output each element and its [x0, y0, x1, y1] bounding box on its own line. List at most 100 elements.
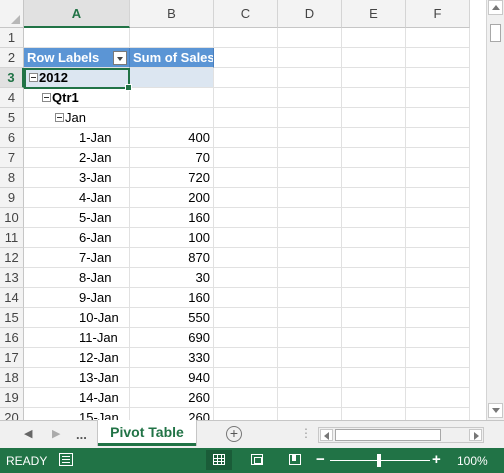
cell-empty[interactable]	[342, 88, 406, 108]
cell-a[interactable]: 1-Jan	[24, 128, 130, 148]
cell-empty[interactable]	[342, 148, 406, 168]
zoom-in-button[interactable]: +	[432, 451, 441, 468]
cell-empty[interactable]	[406, 408, 470, 420]
cell-b[interactable]: 720	[130, 168, 214, 188]
cell-b[interactable]: 70	[130, 148, 214, 168]
cell-empty[interactable]	[214, 308, 278, 328]
row-header[interactable]: 6	[0, 128, 24, 148]
cell-empty[interactable]	[278, 408, 342, 420]
row-header[interactable]: 14	[0, 288, 24, 308]
cell-b[interactable]: 550	[130, 308, 214, 328]
cell-a[interactable]: 15-Jan	[24, 408, 130, 420]
cell-empty[interactable]	[406, 88, 470, 108]
cell-b[interactable]	[130, 28, 214, 48]
cell-b[interactable]: 260	[130, 408, 214, 420]
cell-empty[interactable]	[406, 128, 470, 148]
scroll-left-button[interactable]	[320, 429, 333, 441]
cell-empty[interactable]	[278, 248, 342, 268]
cell-empty[interactable]	[342, 128, 406, 148]
collapse-minus-icon[interactable]	[42, 93, 51, 103]
cell-empty[interactable]	[406, 368, 470, 388]
cell-empty[interactable]	[214, 328, 278, 348]
cell-empty[interactable]	[342, 348, 406, 368]
column-header-b[interactable]: B	[130, 0, 214, 28]
cell-a[interactable]: 3-Jan	[24, 168, 130, 188]
row-header[interactable]: 7	[0, 148, 24, 168]
horizontal-scroll-thumb[interactable]	[335, 429, 441, 441]
cell-b[interactable]	[130, 68, 214, 88]
cell-empty[interactable]	[406, 188, 470, 208]
more-sheets-ellipsis[interactable]: ...	[76, 427, 87, 442]
cell-empty[interactable]	[278, 308, 342, 328]
page-layout-view-button[interactable]	[244, 450, 270, 470]
add-sheet-button[interactable]: +	[226, 426, 242, 442]
cell-empty[interactable]	[278, 108, 342, 128]
cell-a[interactable]: 12-Jan	[24, 348, 130, 368]
cell-empty[interactable]	[342, 248, 406, 268]
row-header[interactable]: 2	[0, 48, 24, 68]
cell-empty[interactable]	[214, 68, 278, 88]
cell-empty[interactable]	[406, 328, 470, 348]
cell-empty[interactable]	[278, 368, 342, 388]
cell-b[interactable]: 200	[130, 188, 214, 208]
row-header[interactable]: 4	[0, 88, 24, 108]
cell-empty[interactable]	[278, 128, 342, 148]
cell-empty[interactable]	[406, 28, 470, 48]
cell-empty[interactable]	[406, 288, 470, 308]
cell-a[interactable]: 7-Jan	[24, 248, 130, 268]
column-header-a[interactable]: A	[24, 0, 130, 28]
column-header-c[interactable]: C	[214, 0, 278, 28]
cell-a[interactable]: 2012	[24, 68, 130, 88]
cell-empty[interactable]	[342, 268, 406, 288]
collapse-minus-icon[interactable]	[55, 113, 64, 123]
cell-empty[interactable]	[278, 208, 342, 228]
cell-empty[interactable]	[214, 88, 278, 108]
cell-a[interactable]: Jan	[24, 108, 130, 128]
cell-empty[interactable]	[278, 328, 342, 348]
cell-b[interactable]	[130, 88, 214, 108]
cell-b[interactable]: Sum of Sales	[130, 48, 214, 68]
page-break-preview-button[interactable]	[282, 450, 308, 470]
row-header[interactable]: 10	[0, 208, 24, 228]
row-header[interactable]: 13	[0, 268, 24, 288]
cell-empty[interactable]	[342, 168, 406, 188]
cell-empty[interactable]	[342, 208, 406, 228]
cell-empty[interactable]	[342, 408, 406, 420]
row-header[interactable]: 11	[0, 228, 24, 248]
cell-a[interactable]: 5-Jan	[24, 208, 130, 228]
cell-empty[interactable]	[278, 148, 342, 168]
cell-empty[interactable]	[406, 248, 470, 268]
cell-empty[interactable]	[278, 68, 342, 88]
cell-empty[interactable]	[214, 388, 278, 408]
cell-empty[interactable]	[214, 408, 278, 420]
scroll-right-button[interactable]	[469, 429, 482, 441]
cell-a[interactable]: 10-Jan	[24, 308, 130, 328]
cell-b[interactable]: 30	[130, 268, 214, 288]
cell-empty[interactable]	[278, 28, 342, 48]
tab-splitter-grip-icon[interactable]: ⋮	[300, 426, 312, 440]
select-all-corner[interactable]	[0, 0, 24, 28]
cell-empty[interactable]	[342, 48, 406, 68]
cell-empty[interactable]	[406, 228, 470, 248]
cell-empty[interactable]	[214, 228, 278, 248]
cell-empty[interactable]	[342, 28, 406, 48]
cell-a[interactable]	[24, 28, 130, 48]
column-header-f[interactable]: F	[406, 0, 470, 28]
row-header[interactable]: 1	[0, 28, 24, 48]
cell-empty[interactable]	[406, 388, 470, 408]
cell-empty[interactable]	[278, 388, 342, 408]
cell-empty[interactable]	[342, 68, 406, 88]
cell-empty[interactable]	[278, 168, 342, 188]
cell-empty[interactable]	[214, 368, 278, 388]
scroll-up-button[interactable]	[488, 0, 503, 15]
cell-empty[interactable]	[214, 208, 278, 228]
column-header-e[interactable]: E	[342, 0, 406, 28]
cell-b[interactable]: 330	[130, 348, 214, 368]
row-header[interactable]: 3	[0, 68, 24, 88]
zoom-out-button[interactable]: −	[316, 451, 325, 468]
cell-a[interactable]: 2-Jan	[24, 148, 130, 168]
cell-empty[interactable]	[342, 188, 406, 208]
row-header[interactable]: 8	[0, 168, 24, 188]
cell-empty[interactable]	[406, 308, 470, 328]
row-labels-filter-dropdown-icon[interactable]	[113, 51, 127, 65]
